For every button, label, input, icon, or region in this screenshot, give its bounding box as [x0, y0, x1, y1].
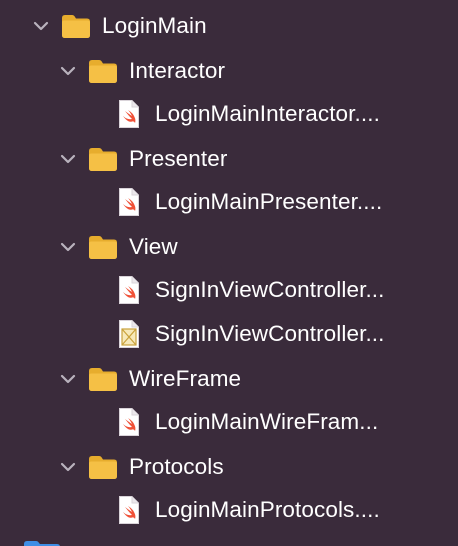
tree-row-folder[interactable]: Protocols	[0, 447, 458, 487]
tree-row-file[interactable]: SignInViewController...	[0, 270, 458, 310]
folder-label: LoginMain	[102, 13, 207, 38]
chevron-down-icon[interactable]	[59, 238, 77, 256]
folder-label: Interactor	[129, 58, 226, 83]
file-label: LoginMainProtocols....	[155, 497, 380, 522]
file-label: SignInViewController...	[155, 321, 385, 346]
file-label: SignInViewController...	[155, 277, 385, 302]
project-navigator: LoginMain Interactor LoginMainInteractor..…	[0, 0, 458, 546]
tree-row-file[interactable]: SignInViewController...	[0, 314, 458, 354]
folder-icon	[89, 236, 117, 259]
chevron-down-icon[interactable]	[59, 458, 77, 476]
tree-row-file[interactable]: LoginMainInteractor....	[0, 94, 458, 134]
file-label: LoginMainPresenter....	[155, 189, 383, 214]
chevron-down-icon[interactable]	[59, 370, 77, 388]
folder-icon	[89, 368, 117, 391]
chevron-down-icon[interactable]	[59, 150, 77, 168]
tree-row-folder[interactable]: Interactor	[0, 51, 458, 91]
xib-file-icon	[119, 320, 139, 348]
tree-row-folder[interactable]: WireFrame	[0, 359, 458, 399]
swift-file-icon	[119, 276, 139, 304]
swift-file-icon	[119, 188, 139, 216]
tree-row-file[interactable]: LoginMainWireFram...	[0, 402, 458, 442]
folder-icon	[89, 456, 117, 479]
swift-file-icon	[119, 408, 139, 436]
file-label: LoginMainInteractor....	[155, 101, 380, 126]
folder-icon	[89, 60, 117, 83]
swift-file-icon	[119, 496, 139, 524]
tree-row-folder[interactable]: Presenter	[0, 139, 458, 179]
folder-icon	[89, 148, 117, 171]
swift-file-icon	[119, 100, 139, 128]
folder-icon	[62, 15, 90, 38]
chevron-down-icon[interactable]	[32, 17, 50, 35]
folder-label: Presenter	[129, 146, 228, 171]
tree-row-file[interactable]: LoginMainPresenter....	[0, 182, 458, 222]
folder-label: WireFrame	[129, 366, 242, 391]
file-label: LoginMainWireFram...	[155, 409, 379, 434]
folder-label: View	[129, 234, 178, 259]
tree-row-folder[interactable]: View	[0, 227, 458, 267]
tree-row-folder[interactable]: LoginMain	[0, 6, 458, 46]
tree-row-file[interactable]: LoginMainProtocols....	[0, 490, 458, 530]
chevron-down-icon[interactable]	[59, 62, 77, 80]
folder-icon	[24, 541, 60, 546]
folder-label: Protocols	[129, 454, 224, 479]
